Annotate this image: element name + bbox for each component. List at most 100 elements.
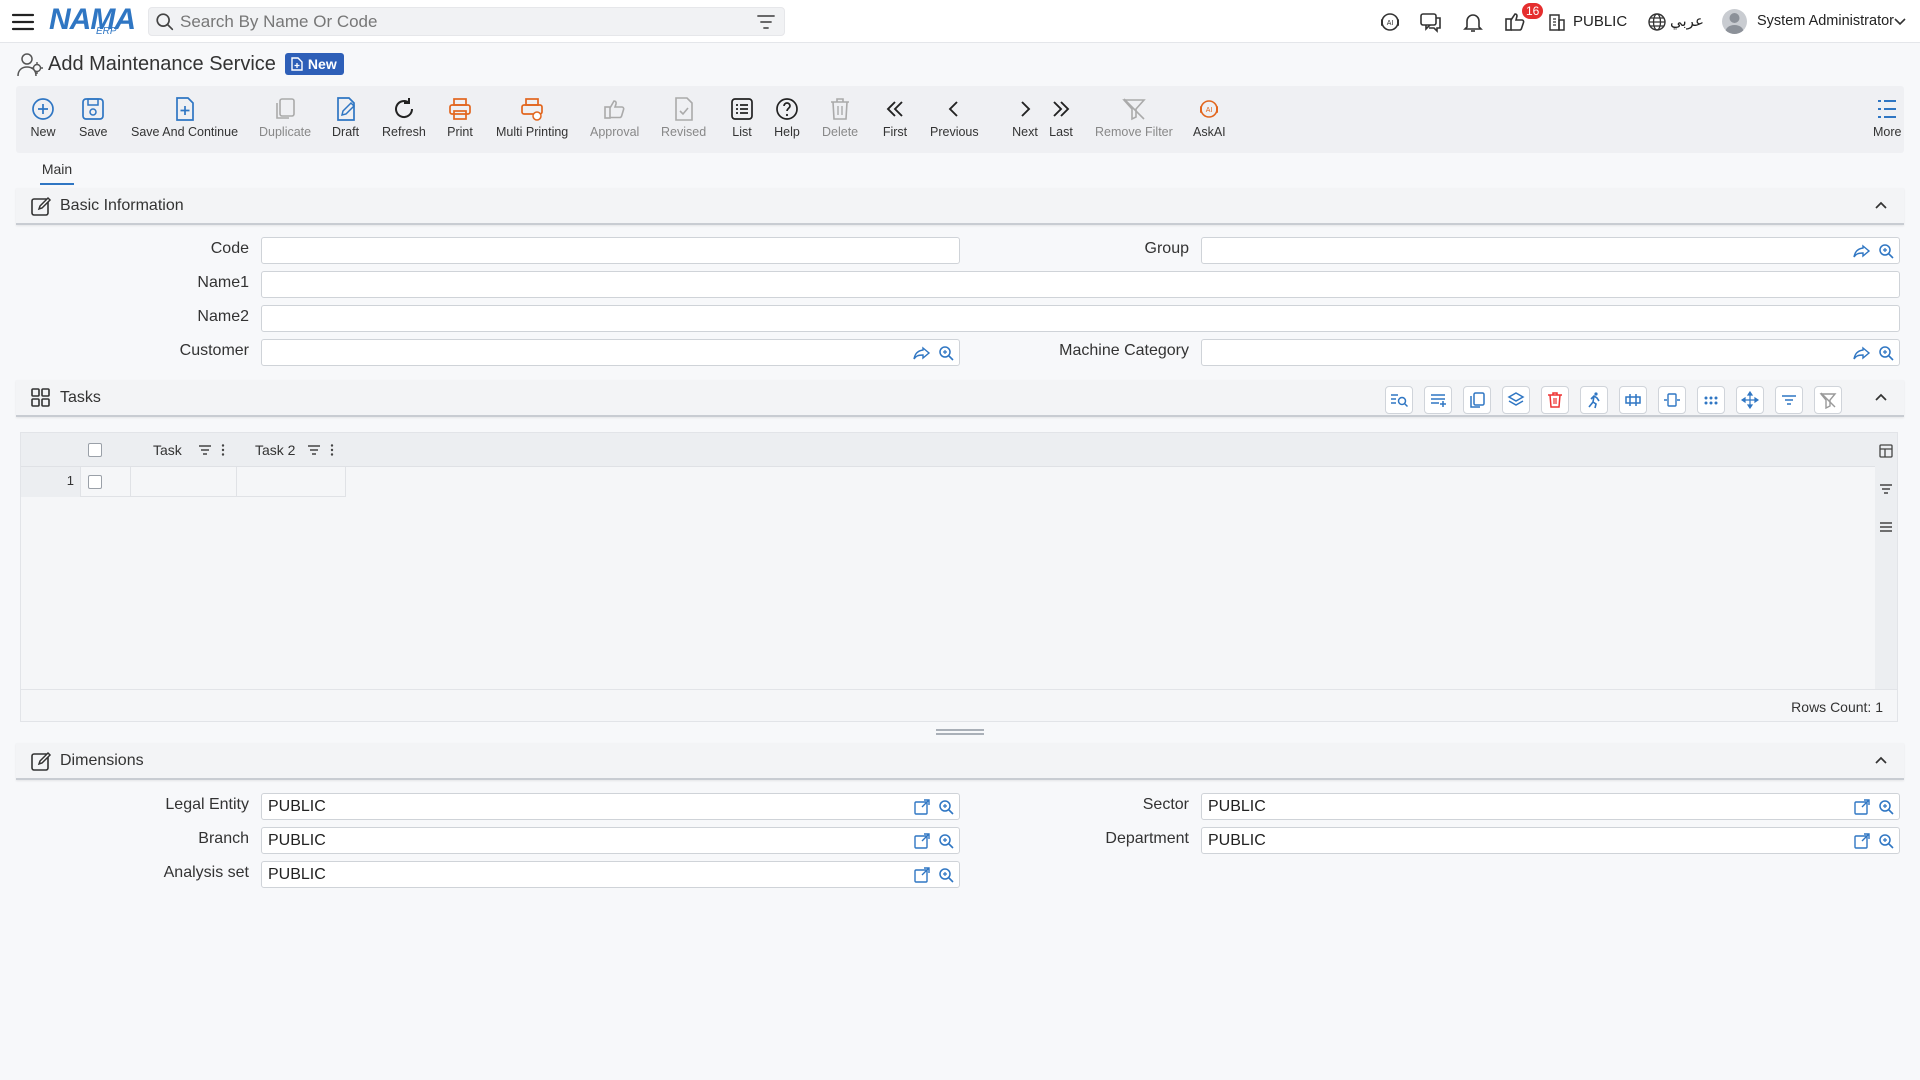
grid-copy-button[interactable]: [1463, 386, 1491, 414]
department-field[interactable]: PUBLIC: [1201, 827, 1900, 854]
machine-category-field[interactable]: [1201, 339, 1900, 366]
revised-button[interactable]: Revised: [661, 96, 706, 139]
trash-icon: [831, 98, 850, 120]
search-icon[interactable]: [1877, 832, 1895, 850]
search-icon[interactable]: [937, 798, 955, 816]
chevron-up-icon[interactable]: [1872, 197, 1890, 215]
draft-button[interactable]: Draft: [332, 96, 359, 139]
user-menu[interactable]: System Administrator: [1757, 13, 1894, 29]
trash-icon: [1548, 392, 1562, 408]
bell-icon[interactable]: [1460, 9, 1486, 35]
search-icon[interactable]: [937, 344, 955, 362]
print-button[interactable]: Print: [447, 96, 473, 139]
grid-search-button[interactable]: [1385, 386, 1413, 414]
chat-icon[interactable]: [1418, 9, 1444, 35]
name2-field[interactable]: [261, 305, 1900, 332]
sector-label: Sector: [1142, 796, 1189, 813]
ai-assistant-icon[interactable]: AI: [1377, 9, 1403, 35]
multi-printing-button[interactable]: Multi Printing: [496, 96, 568, 139]
next-button[interactable]: Next: [1012, 96, 1038, 139]
search-icon[interactable]: [1877, 242, 1895, 260]
chevron-down-icon[interactable]: [1893, 15, 1907, 29]
grid-delete-button[interactable]: [1541, 386, 1569, 414]
help-button[interactable]: Help: [774, 96, 800, 139]
save-button[interactable]: Save: [79, 96, 108, 139]
row-checkbox[interactable]: [88, 475, 102, 489]
previous-button[interactable]: Previous: [930, 96, 979, 139]
column-header-task[interactable]: Task: [153, 442, 182, 458]
external-link-icon[interactable]: [913, 866, 931, 884]
customer-field[interactable]: [261, 339, 960, 366]
list-button[interactable]: List: [729, 96, 755, 139]
filter-icon[interactable]: [756, 13, 776, 31]
approval-button[interactable]: Approval: [590, 96, 639, 139]
external-link-icon[interactable]: [1853, 832, 1871, 850]
new-button[interactable]: New: [30, 96, 56, 139]
column-menu-icon[interactable]: [325, 443, 339, 457]
dimensions-header[interactable]: Dimensions: [16, 743, 1904, 780]
share-icon[interactable]: [1853, 242, 1871, 260]
branch-field[interactable]: PUBLIC: [261, 827, 960, 854]
duplicate-button[interactable]: Duplicate: [259, 96, 311, 139]
search-icon[interactable]: [1877, 798, 1895, 816]
table-layout-icon[interactable]: [1878, 443, 1894, 459]
last-button[interactable]: Last: [1048, 96, 1074, 139]
external-link-icon[interactable]: [1853, 798, 1871, 816]
share-icon[interactable]: [1853, 344, 1871, 362]
entity-selector[interactable]: PUBLIC: [1573, 13, 1627, 30]
name1-field[interactable]: [261, 271, 1900, 298]
fit-width-icon: [1664, 393, 1680, 407]
refresh-button[interactable]: Refresh: [382, 96, 426, 139]
menu-icon[interactable]: [11, 10, 35, 34]
task-cell[interactable]: [130, 467, 237, 497]
previous-label: Previous: [930, 125, 979, 139]
column-filter-icon[interactable]: [198, 443, 212, 457]
remove-filter-button[interactable]: Remove Filter: [1095, 96, 1173, 139]
grid-side-panel: [1875, 433, 1897, 689]
column-header-task-2[interactable]: Task 2: [255, 442, 295, 458]
grid-filter-button[interactable]: [1775, 386, 1803, 414]
first-button[interactable]: First: [882, 96, 908, 139]
grid-fit-button[interactable]: [1658, 386, 1686, 414]
askai-button[interactable]: AI AskAI: [1193, 96, 1226, 139]
svg-text:AI: AI: [1206, 107, 1213, 114]
column-filter-icon[interactable]: [307, 443, 321, 457]
grid-move-button[interactable]: [1736, 386, 1764, 414]
filter-icon[interactable]: [1878, 481, 1894, 497]
save-and-continue-button[interactable]: Save And Continue: [131, 96, 238, 139]
resize-handle[interactable]: [936, 729, 984, 735]
search-input[interactable]: [180, 11, 750, 32]
delete-button[interactable]: Delete: [822, 96, 858, 139]
search-icon[interactable]: [1877, 344, 1895, 362]
share-icon[interactable]: [913, 344, 931, 362]
analysis-set-field[interactable]: PUBLIC: [261, 861, 960, 888]
basic-information-header[interactable]: Basic Information: [16, 188, 1904, 225]
avatar[interactable]: [1722, 9, 1747, 34]
code-field[interactable]: [261, 237, 960, 264]
chevron-up-icon[interactable]: [1872, 752, 1890, 770]
external-link-icon[interactable]: [913, 832, 931, 850]
chevron-up-icon[interactable]: [1872, 389, 1890, 407]
task-2-cell[interactable]: [237, 467, 346, 497]
table-row[interactable]: 1: [21, 467, 346, 497]
nama-logo[interactable]: NAMA ERP: [49, 3, 136, 39]
grid-dots-button[interactable]: [1697, 386, 1725, 414]
menu-lines-icon[interactable]: [1878, 519, 1894, 535]
grid-clear-filter-button[interactable]: [1814, 386, 1842, 414]
tab-main[interactable]: Main: [40, 161, 74, 185]
grid-layers-button[interactable]: [1502, 386, 1530, 414]
column-menu-icon[interactable]: [216, 443, 230, 457]
legal-entity-field[interactable]: PUBLIC: [261, 793, 960, 820]
select-all-checkbox[interactable]: [88, 443, 102, 457]
copy-icon: [1470, 392, 1485, 408]
grid-add-row-button[interactable]: [1424, 386, 1452, 414]
grid-columns-button[interactable]: [1619, 386, 1647, 414]
sector-field[interactable]: PUBLIC: [1201, 793, 1900, 820]
group-field[interactable]: [1201, 237, 1900, 264]
search-icon[interactable]: [937, 866, 955, 884]
grid-run-button[interactable]: [1580, 386, 1608, 414]
search-icon[interactable]: [937, 832, 955, 850]
external-link-icon[interactable]: [913, 798, 931, 816]
language-switch[interactable]: عربي: [1670, 12, 1704, 30]
more-button[interactable]: More: [1873, 96, 1901, 139]
